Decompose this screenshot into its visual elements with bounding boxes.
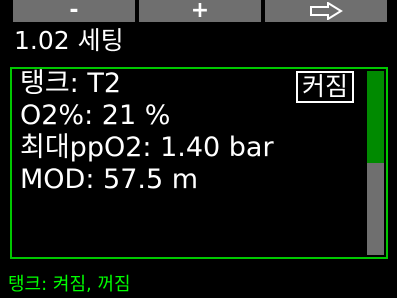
arrow-right-icon — [310, 2, 343, 20]
mod-row: MOD: 57.5 m — [20, 164, 199, 195]
tank-value-selector[interactable]: 커짐 — [296, 71, 355, 103]
help-hint: 탱크: 켜짐, 꺼짐 — [8, 274, 131, 295]
top-button-bar: - + — [0, 0, 397, 22]
scrollbar-thumb[interactable] — [367, 71, 384, 163]
page-title: 1.02 세팅 — [14, 26, 124, 55]
plus-button[interactable]: + — [139, 0, 261, 22]
plus-label: + — [190, 0, 210, 23]
settings-panel: 탱크: T2 커짐 O2%: 21 % 최대ppO2: 1.40 bar MOD… — [10, 67, 388, 259]
max-ppo2-row[interactable]: 최대ppO2: 1.40 bar — [20, 133, 274, 163]
tank-row[interactable]: 탱크: T2 — [20, 69, 121, 99]
o2-percent-row[interactable]: O2%: 21 % — [20, 101, 170, 131]
scrollbar[interactable] — [367, 71, 384, 255]
next-button[interactable] — [265, 0, 387, 22]
minus-button[interactable]: - — [13, 0, 135, 22]
minus-label: - — [69, 0, 79, 23]
